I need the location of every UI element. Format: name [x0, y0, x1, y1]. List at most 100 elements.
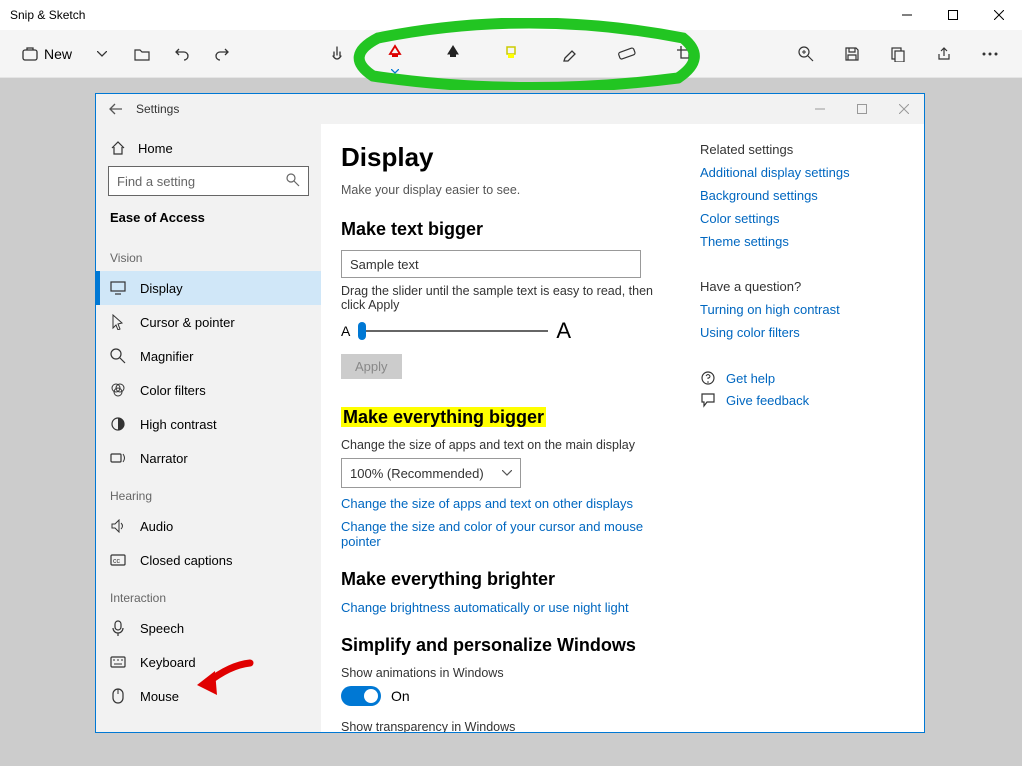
nav-label: Magnifier	[140, 349, 193, 364]
nav-display[interactable]: Display	[96, 271, 321, 305]
nav-high-contrast[interactable]: High contrast	[96, 407, 321, 441]
scale-label: Change the size of apps and text on the …	[341, 438, 680, 452]
give-feedback-link[interactable]: Give feedback	[726, 393, 809, 408]
snip-title: Snip & Sketch	[10, 8, 85, 22]
settings-sidebar: Home Find a setting Ease of Access Visio…	[96, 124, 321, 732]
animations-toggle[interactable]	[341, 686, 381, 706]
keyboard-icon	[110, 654, 126, 670]
color-filters-icon	[110, 382, 126, 398]
question-heading: Have a question?	[700, 279, 900, 294]
open-file-button[interactable]	[126, 38, 158, 70]
vision-header: Vision	[96, 237, 321, 271]
chevron-down-icon	[97, 51, 107, 57]
minimize-button[interactable]	[884, 0, 930, 30]
slider-thumb[interactable]	[358, 322, 366, 340]
text-size-slider[interactable]: A A	[341, 318, 680, 344]
ballpoint-pen-tool[interactable]	[375, 34, 415, 74]
nav-closed-captions[interactable]: cc Closed captions	[96, 543, 321, 577]
settings-minimize[interactable]	[800, 94, 840, 124]
nav-cursor[interactable]: Cursor & pointer	[96, 305, 321, 339]
slider-description: Drag the slider until the sample text is…	[341, 284, 680, 312]
link-background[interactable]: Background settings	[700, 188, 900, 203]
back-button[interactable]	[104, 97, 128, 121]
link-other-displays[interactable]: Change the size of apps and text on othe…	[341, 496, 680, 511]
slider-track[interactable]	[358, 330, 548, 332]
pencil-tool[interactable]	[433, 34, 473, 74]
svg-text:cc: cc	[113, 558, 121, 565]
small-a-label: A	[341, 323, 350, 339]
magnifier-icon	[110, 348, 126, 364]
link-color-filters-help[interactable]: Using color filters	[700, 325, 900, 340]
link-color[interactable]: Color settings	[700, 211, 900, 226]
arrow-left-icon	[109, 103, 123, 115]
settings-close[interactable]	[884, 94, 924, 124]
audio-icon	[110, 518, 126, 534]
snip-titlebar: Snip & Sketch	[0, 0, 1022, 30]
more-icon	[982, 52, 998, 56]
cc-icon: cc	[110, 552, 126, 568]
touch-writing-tool[interactable]	[317, 34, 357, 74]
copy-icon	[890, 46, 906, 62]
nav-label: Narrator	[140, 451, 188, 466]
save-icon	[844, 46, 860, 62]
maximize-button[interactable]	[930, 0, 976, 30]
nav-audio[interactable]: Audio	[96, 509, 321, 543]
apply-button[interactable]: Apply	[341, 354, 402, 379]
scale-dropdown[interactable]: 100% (Recommended)	[341, 458, 521, 488]
settings-window: Settings Home	[95, 93, 925, 733]
category-title: Ease of Access	[96, 206, 321, 237]
nav-color-filters[interactable]: Color filters	[96, 373, 321, 407]
zoom-icon	[798, 46, 814, 62]
eraser-tool[interactable]	[549, 34, 589, 74]
copy-button[interactable]	[882, 38, 914, 70]
link-cursor-size[interactable]: Change the size and color of your cursor…	[341, 519, 680, 549]
settings-maximize[interactable]	[842, 94, 882, 124]
link-high-contrast-help[interactable]: Turning on high contrast	[700, 302, 900, 317]
new-dropdown[interactable]	[86, 38, 118, 70]
toggle-state: On	[391, 688, 410, 704]
nav-label: Speech	[140, 621, 184, 636]
nav-magnifier[interactable]: Magnifier	[96, 339, 321, 373]
snip-sketch-window: Snip & Sketch New	[0, 0, 1022, 766]
pencil-icon	[445, 44, 461, 64]
crop-icon	[676, 45, 694, 63]
section-simplify: Simplify and personalize Windows	[341, 635, 680, 656]
ruler-tool[interactable]	[607, 34, 647, 74]
sample-text-value: Sample text	[350, 257, 419, 272]
contrast-icon	[110, 416, 126, 432]
save-button[interactable]	[836, 38, 868, 70]
new-label: New	[44, 46, 72, 62]
sample-text-box: Sample text	[341, 250, 641, 278]
hearing-header: Hearing	[96, 475, 321, 509]
nav-narrator[interactable]: Narrator	[96, 441, 321, 475]
close-button[interactable]	[976, 0, 1022, 30]
highlighted-text: Make everything bigger	[341, 407, 546, 427]
chevron-down-icon	[391, 69, 399, 74]
share-button[interactable]	[928, 38, 960, 70]
zoom-button[interactable]	[790, 38, 822, 70]
display-icon	[110, 280, 126, 296]
feedback-icon	[700, 392, 716, 408]
section-everything-bigger: Make everything bigger	[341, 407, 680, 428]
redo-button[interactable]	[206, 38, 238, 70]
more-button[interactable]	[974, 38, 1006, 70]
new-snip-button[interactable]: New	[16, 38, 78, 70]
get-help-link[interactable]: Get help	[726, 371, 775, 386]
nav-speech[interactable]: Speech	[96, 611, 321, 645]
link-brightness[interactable]: Change brightness automatically or use n…	[341, 600, 680, 615]
chevron-down-icon	[502, 470, 512, 476]
nav-keyboard[interactable]: Keyboard	[96, 645, 321, 679]
find-setting-input[interactable]: Find a setting	[108, 166, 309, 196]
redo-icon	[214, 46, 230, 62]
nav-label: High contrast	[140, 417, 217, 432]
nav-mouse[interactable]: Mouse	[96, 679, 321, 713]
settings-title: Settings	[136, 102, 179, 116]
home-button[interactable]: Home	[96, 132, 321, 164]
link-theme[interactable]: Theme settings	[700, 234, 900, 249]
highlighter-tool[interactable]	[491, 34, 531, 74]
nav-label: Keyboard	[140, 655, 196, 670]
crop-tool[interactable]	[665, 34, 705, 74]
nav-label: Audio	[140, 519, 173, 534]
undo-button[interactable]	[166, 38, 198, 70]
link-additional-display[interactable]: Additional display settings	[700, 165, 900, 180]
